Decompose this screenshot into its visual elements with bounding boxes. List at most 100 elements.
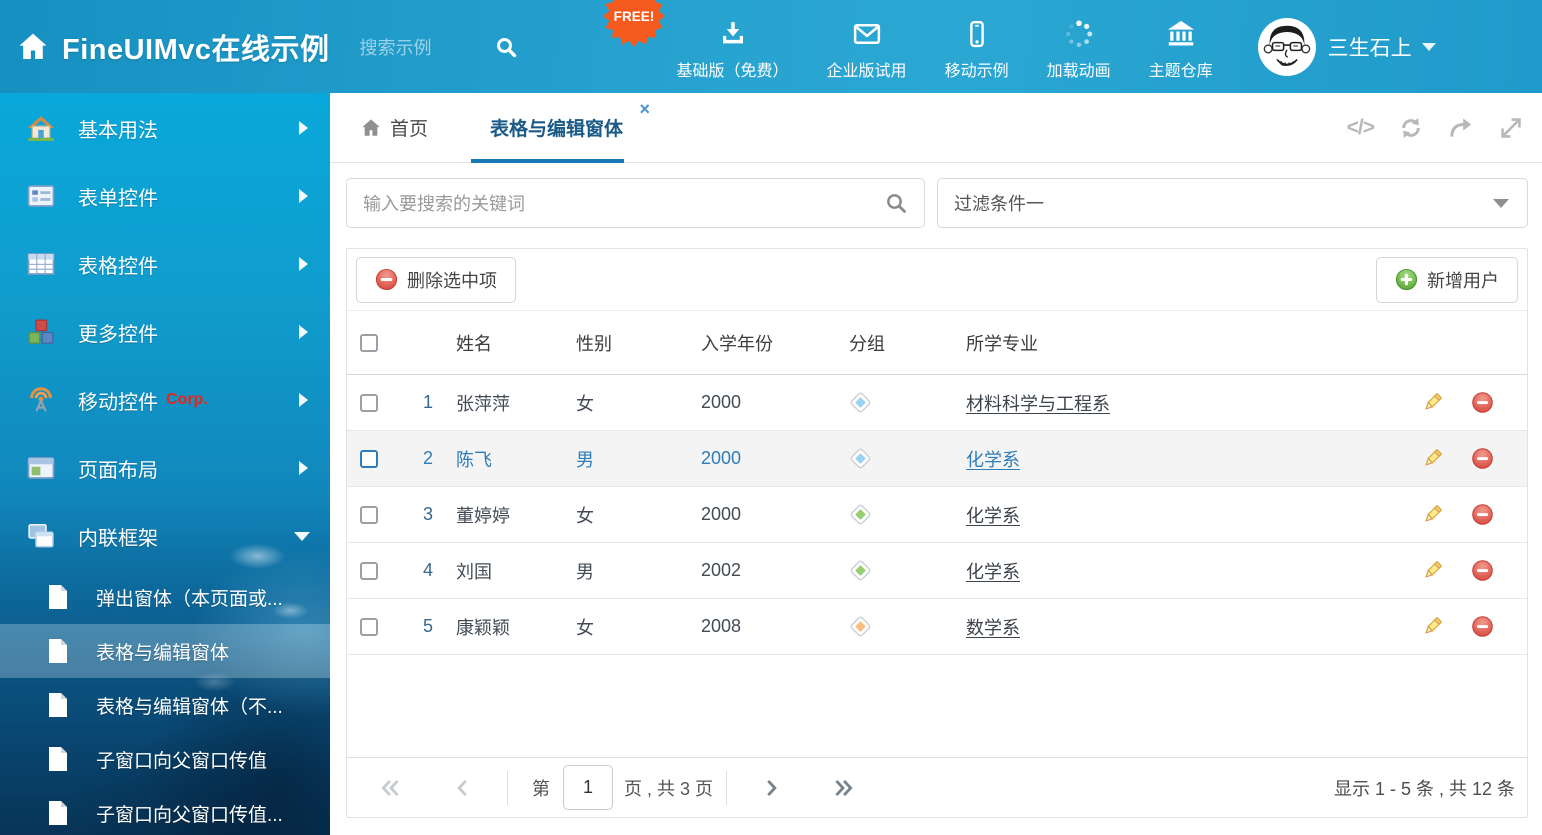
nav-theme-store[interactable]: 主题仓库 bbox=[1149, 13, 1213, 81]
search-icon[interactable] bbox=[884, 191, 908, 215]
sidebar-item-form-controls[interactable]: 表单控件 bbox=[0, 162, 330, 230]
table-row[interactable]: 5 康颖颖 女 2008 数学系 bbox=[347, 599, 1527, 655]
row-checkbox[interactable] bbox=[360, 618, 378, 636]
delete-button[interactable] bbox=[1457, 615, 1507, 638]
form-icon bbox=[26, 181, 56, 211]
column-header-name[interactable]: 姓名 bbox=[441, 330, 565, 356]
chevron-right-icon bbox=[299, 257, 308, 271]
sidebar-subitem-child-to-parent[interactable]: 子窗口向父窗口传值 bbox=[0, 732, 330, 786]
column-header-group[interactable]: 分组 bbox=[835, 330, 951, 356]
page-label-suffix: 页 , 共 3 页 bbox=[624, 775, 713, 801]
delete-button[interactable] bbox=[1457, 447, 1507, 470]
sidebar-item-basic-usage[interactable]: 基本用法 bbox=[0, 94, 330, 162]
free-badge-text: FREE! bbox=[613, 8, 654, 23]
sidebar-subitem-child-to-parent-2[interactable]: 子窗口向父窗口传值... bbox=[0, 786, 330, 835]
sidebar-subitem-label: 表格与编辑窗体（不... bbox=[96, 692, 283, 719]
sidebar-subitem-grid-edit-window-2[interactable]: 表格与编辑窗体（不... bbox=[0, 678, 330, 732]
major-link[interactable]: 数学系 bbox=[966, 618, 1020, 638]
table-row[interactable]: 2 陈飞 男 2000 化学系 bbox=[347, 431, 1527, 487]
pagination-bar: 第 1 页 , 共 3 页 显示 1 - 5 条 , 共 12 条 bbox=[347, 757, 1527, 817]
edit-button[interactable] bbox=[1407, 559, 1457, 582]
delete-selected-label: 删除选中项 bbox=[407, 267, 497, 293]
close-icon[interactable]: × bbox=[640, 99, 651, 120]
delete-button[interactable] bbox=[1457, 391, 1507, 414]
chevron-right-icon bbox=[299, 121, 308, 135]
major-link[interactable]: 化学系 bbox=[966, 562, 1020, 582]
select-all-checkbox[interactable] bbox=[360, 334, 378, 352]
document-icon bbox=[46, 584, 70, 610]
pager-divider bbox=[507, 771, 508, 805]
keyword-search-input[interactable]: 输入要搜索的关键词 bbox=[346, 178, 925, 228]
edit-button[interactable] bbox=[1407, 615, 1457, 638]
filter-row: 输入要搜索的关键词 过滤条件一 bbox=[346, 178, 1528, 228]
cell-name: 董婷婷 bbox=[441, 502, 565, 528]
add-user-button[interactable]: 新增用户 bbox=[1376, 257, 1518, 303]
user-menu[interactable]: 三生石上 bbox=[1258, 18, 1436, 76]
chevron-down-icon bbox=[294, 532, 310, 541]
next-page-icon[interactable] bbox=[759, 776, 783, 800]
edit-button[interactable] bbox=[1407, 447, 1457, 470]
major-link[interactable]: 化学系 bbox=[966, 506, 1020, 526]
edit-button[interactable] bbox=[1407, 391, 1457, 414]
nav-loading-animations[interactable]: 加载动画 bbox=[1047, 13, 1111, 81]
filter-dropdown[interactable]: 过滤条件一 bbox=[937, 178, 1528, 228]
table-row[interactable]: 3 董婷婷 女 2000 化学系 bbox=[347, 487, 1527, 543]
delete-selected-button[interactable]: 删除选中项 bbox=[356, 257, 516, 303]
minus-circle-icon bbox=[375, 268, 398, 291]
sidebar-item-grid-controls[interactable]: 表格控件 bbox=[0, 230, 330, 298]
row-checkbox[interactable] bbox=[360, 506, 378, 524]
tab-active-underline bbox=[471, 159, 624, 163]
delete-button[interactable] bbox=[1457, 503, 1507, 526]
search-icon[interactable] bbox=[494, 35, 518, 59]
view-source-icon[interactable]: </> bbox=[1347, 116, 1374, 140]
tab-grid-edit-window[interactable]: 表格与编辑窗体 × bbox=[490, 93, 623, 163]
sidebar-item-iframe[interactable]: 内联框架 bbox=[0, 502, 330, 570]
nav-label: 企业版试用 bbox=[827, 57, 907, 81]
house-icon bbox=[26, 113, 56, 143]
row-number: 3 bbox=[391, 504, 441, 525]
edit-button[interactable] bbox=[1407, 503, 1457, 526]
fullscreen-icon[interactable] bbox=[1498, 115, 1524, 141]
cell-year: 2008 bbox=[691, 616, 835, 637]
sidebar-subitem-grid-edit-window[interactable]: 表格与编辑窗体 bbox=[0, 624, 330, 678]
home-icon bbox=[360, 117, 382, 139]
sidebar-subitem-popup-window[interactable]: 弹出窗体（本页面或... bbox=[0, 570, 330, 624]
row-number: 2 bbox=[391, 448, 441, 469]
header-search[interactable]: 搜索示例 bbox=[360, 34, 555, 60]
table-row[interactable]: 1 张萍萍 女 2000 材料科学与工程系 bbox=[347, 375, 1527, 431]
cell-gender: 男 bbox=[565, 446, 691, 472]
cubes-icon bbox=[26, 317, 56, 347]
row-checkbox[interactable] bbox=[360, 562, 378, 580]
user-table: 姓名 性别 入学年份 分组 所学专业 1 张萍萍 女 2000 bbox=[347, 311, 1527, 655]
chevron-right-icon bbox=[299, 461, 308, 475]
column-header-year[interactable]: 入学年份 bbox=[691, 330, 835, 356]
nav-mobile-demo[interactable]: 移动示例 bbox=[945, 13, 1009, 81]
brand[interactable]: FineUIMvc在线示例 bbox=[16, 26, 330, 68]
nav-basic-free[interactable]: FREE! 基础版（免费） bbox=[677, 13, 789, 81]
sidebar-item-label: 基本用法 bbox=[78, 114, 158, 143]
major-link[interactable]: 化学系 bbox=[966, 450, 1020, 470]
first-page-icon[interactable] bbox=[379, 776, 403, 800]
delete-button[interactable] bbox=[1457, 559, 1507, 582]
tag-icon bbox=[849, 447, 872, 470]
row-checkbox[interactable] bbox=[360, 450, 378, 468]
sidebar-item-mobile-controls[interactable]: 移动控件 Corp. bbox=[0, 366, 330, 434]
open-new-window-icon[interactable] bbox=[1448, 115, 1474, 141]
sidebar-item-more-controls[interactable]: 更多控件 bbox=[0, 298, 330, 366]
last-page-icon[interactable] bbox=[831, 776, 855, 800]
column-header-gender[interactable]: 性别 bbox=[565, 330, 691, 356]
chevron-right-icon bbox=[299, 393, 308, 407]
chevron-right-icon bbox=[299, 189, 308, 203]
user-name: 三生石上 bbox=[1328, 32, 1412, 62]
sidebar-item-page-layout[interactable]: 页面布局 bbox=[0, 434, 330, 502]
row-checkbox[interactable] bbox=[360, 394, 378, 412]
major-link[interactable]: 材料科学与工程系 bbox=[966, 394, 1110, 414]
table-row[interactable]: 4 刘国 男 2002 化学系 bbox=[347, 543, 1527, 599]
page-number-input[interactable]: 1 bbox=[563, 765, 613, 810]
prev-page-icon[interactable] bbox=[451, 776, 475, 800]
column-header-major[interactable]: 所学专业 bbox=[951, 330, 1407, 356]
tab-home[interactable]: 首页 bbox=[360, 114, 428, 141]
refresh-icon[interactable] bbox=[1398, 115, 1424, 141]
nav-enterprise-trial[interactable]: 企业版试用 bbox=[827, 13, 907, 81]
header-nav: FREE! 基础版（免费） 企业版试用 移动示例 bbox=[623, 13, 1232, 81]
